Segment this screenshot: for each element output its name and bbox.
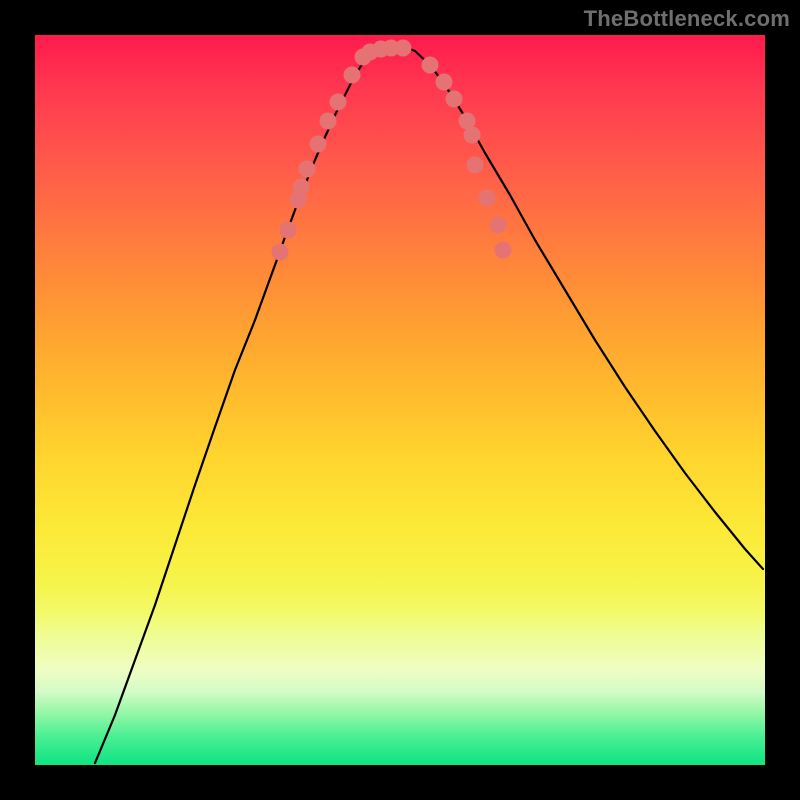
data-point (479, 190, 496, 207)
data-point (467, 157, 484, 174)
data-point (436, 74, 453, 91)
bottleneck-curve (95, 47, 763, 763)
data-point (293, 179, 310, 196)
data-point (272, 244, 289, 261)
data-point (330, 94, 347, 111)
data-point (344, 67, 361, 84)
data-point (495, 242, 512, 259)
data-point (446, 91, 463, 108)
plot-area (35, 35, 765, 765)
dots-group (272, 40, 512, 261)
data-point (310, 136, 327, 153)
data-point (299, 161, 316, 178)
data-point (320, 113, 337, 130)
chart-frame: TheBottleneck.com (0, 0, 800, 800)
data-point (395, 40, 412, 57)
watermark-text: TheBottleneck.com (584, 6, 790, 32)
data-point (280, 222, 297, 239)
data-point (490, 217, 507, 234)
plot-svg (35, 35, 765, 765)
data-point (464, 127, 481, 144)
data-point (422, 57, 439, 74)
